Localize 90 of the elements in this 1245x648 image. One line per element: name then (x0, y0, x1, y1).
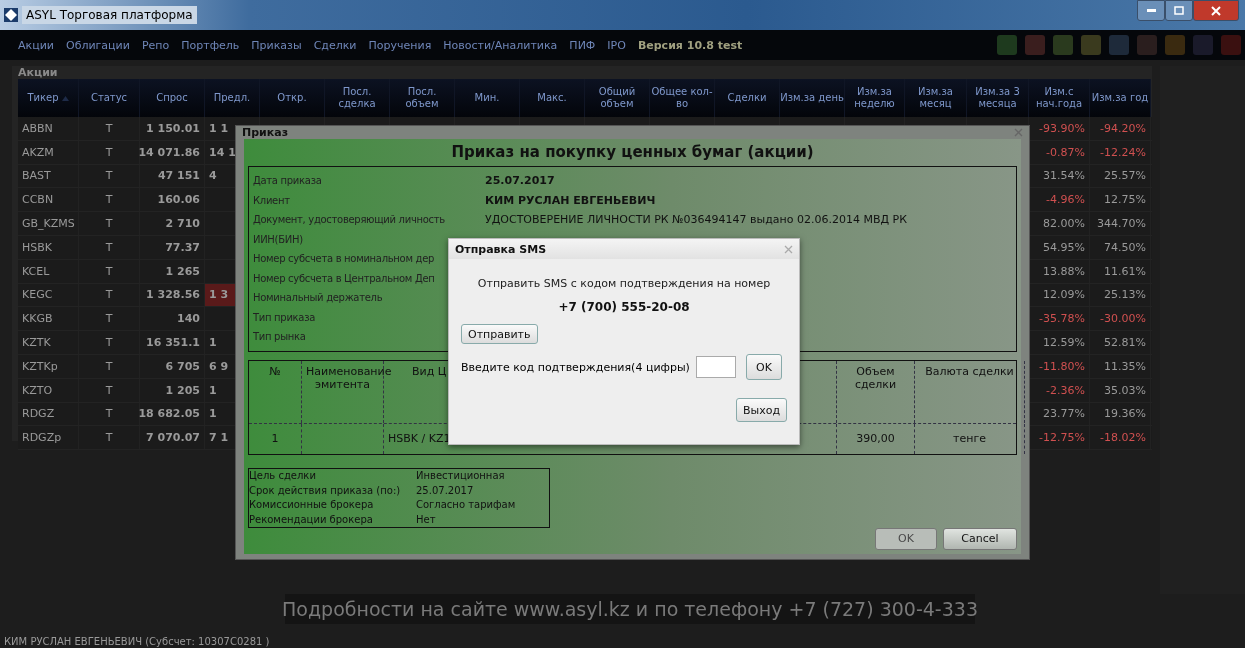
field-label: Документ, удостоверяющий личность (253, 214, 446, 226)
term-value: 25.07.2017 (415, 484, 474, 496)
term-label: Цель сделки (249, 470, 317, 482)
table-cell: RDGZp (18, 426, 79, 450)
sms-prompt: Отправить SMS с кодом подтверждения на номер (476, 277, 772, 290)
field-label: Номер субсчета в номинальном дер (253, 253, 436, 265)
table-cell: KCEL (18, 259, 79, 283)
field-value: КИМ РУСЛАН ЕВГЕНЬЕВИЧ (485, 193, 656, 207)
table-cell: T (79, 164, 140, 188)
table-cell: HSBK (18, 236, 79, 259)
column-header: Вид Ц (412, 364, 447, 378)
term-label: Срок действия приказа (по:) (249, 484, 402, 496)
table-cell: 12.75% (1090, 188, 1151, 212)
table-cell: тенге (953, 431, 986, 445)
table-cell: 14 071.86 (140, 140, 205, 164)
field-label: Тип приказа (253, 311, 317, 323)
table-cell: GB_KZMS (18, 212, 79, 235)
table-cell: KZTKp (18, 354, 79, 378)
table-cell: T (79, 331, 140, 354)
dialog-title: Отправка SMS (455, 242, 547, 256)
panel-title: Акции (18, 66, 58, 79)
field-label: ИИН(БИН) (253, 233, 304, 245)
field-label: Клиент (253, 194, 291, 206)
table-cell: -18.02% (1090, 426, 1151, 450)
table-cell: 25.13% (1090, 283, 1151, 307)
table-cell: T (79, 426, 140, 450)
table-cell: 52.81% (1090, 331, 1151, 354)
table-cell: AKZM (18, 140, 79, 164)
order-heading: Приказ на покупку ценных бумаг (акции) (450, 142, 815, 163)
table-cell: T (79, 117, 140, 140)
term-label: Рекомендации брокера (249, 513, 374, 525)
table-cell: 1 205 (140, 378, 205, 402)
table-cell: 18 682.05 (140, 402, 205, 426)
term-value: Нет (415, 513, 436, 525)
table-cell: 160.06 (140, 188, 205, 212)
table-cell: KEGC (18, 283, 79, 307)
table-cell: 16 351.1 (140, 331, 205, 354)
table-cell: 77.37 (140, 236, 205, 259)
table-cell: ABBN (18, 117, 79, 140)
column-header: Объем сделки (854, 364, 897, 391)
table-cell: T (79, 354, 140, 378)
table-cell: T (79, 140, 140, 164)
table-cell: KZTK (18, 331, 79, 354)
window-title: ASYL Торговая платформа (22, 6, 197, 24)
table-cell: T (79, 212, 140, 235)
term-value: Согласно тарифам (415, 499, 516, 511)
table-cell: 344.70% (1090, 212, 1151, 235)
version-label: Версия 10.8 test (637, 38, 743, 52)
table-cell: -12.24% (1090, 140, 1151, 164)
table-cell: T (79, 402, 140, 426)
table-cell: 47 151 (140, 164, 205, 188)
table-cell: BAST (18, 164, 79, 188)
table-cell: 19.36% (1090, 402, 1151, 426)
table-cell: 2 710 (140, 212, 205, 235)
info-banner: Подробности на сайте www.asyl.kz и по телефону +7 (727) 300-4-333 (285, 594, 975, 624)
table-cell: T (79, 307, 140, 331)
table-cell: KKGB (18, 307, 79, 331)
table-cell: RDGZ (18, 402, 79, 426)
table-cell: T (79, 259, 140, 283)
field-value: 25.07.2017 (485, 174, 555, 188)
table-cell: 1 (271, 431, 279, 445)
table-cell: KZTO (18, 378, 79, 402)
term-value: Инвестиционная (415, 470, 505, 482)
table-cell: T (79, 188, 140, 212)
phone-number: +7 (700) 555-20-08 (557, 300, 691, 314)
column-header: Валюта сделки (925, 364, 1014, 378)
term-label: Комиссионные брокера (249, 499, 375, 511)
code-label: Введите код подтверждения(4 цифры) (461, 360, 690, 374)
table-cell: CCBN (18, 188, 79, 212)
table-cell: -94.20% (1090, 117, 1151, 140)
field-value: УДОСТОВЕРЕНИЕ ЛИЧНОСТИ РК №036494147 выдано 02.06.2014 МВД РК (485, 213, 907, 227)
status-text: КИМ РУСЛАН ЕВГЕНЬЕВИЧ (Субсчет: 10307C0281 ) (3, 636, 271, 648)
table-cell: T (79, 378, 140, 402)
table-cell: 1 265 (140, 259, 205, 283)
table-cell: 11.61% (1090, 259, 1151, 283)
table-cell: 25.57% (1090, 164, 1151, 188)
table-cell: 35.03% (1090, 378, 1151, 402)
table-cell: 1 150.01 (140, 117, 205, 140)
table-cell: T (79, 283, 140, 307)
table-cell: 11.35% (1090, 354, 1151, 378)
table-cell: 6 705 (140, 354, 205, 378)
table-cell: 7 070.07 (140, 426, 205, 450)
table-cell: 74.50% (1090, 236, 1151, 259)
table-cell: 140 (140, 307, 205, 331)
table-cell: HSBK / KZ1 (388, 431, 451, 445)
column-header: Наименование эмитента (306, 364, 392, 391)
table-cell: T (79, 236, 140, 259)
table-cell: 390,00 (856, 431, 895, 445)
column-header: № (269, 364, 281, 378)
table-cell: -30.00% (1090, 307, 1151, 331)
